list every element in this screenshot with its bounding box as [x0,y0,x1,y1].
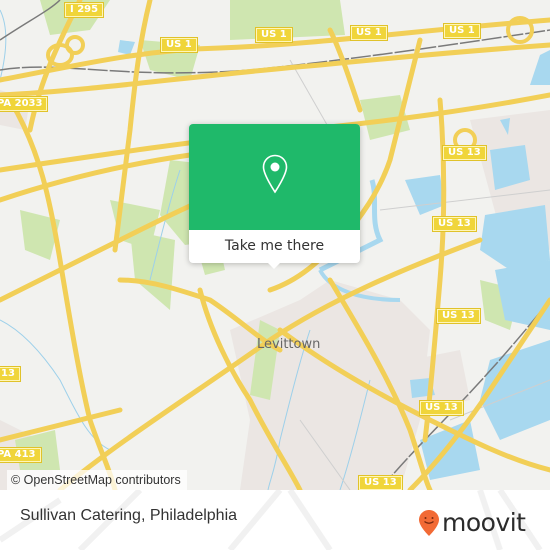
take-me-there-button[interactable]: Take me there [189,230,360,263]
popup-pointer [266,261,282,269]
route-shield-pa2033: PA 2033 [0,97,48,111]
route-shield-us1: US 1 [351,26,387,40]
route-shield-us13: US 13 [437,309,480,323]
route-shield-us1: US 1 [444,24,480,38]
route-shield-13: 13 [0,367,20,381]
route-shield-i295: I 295 [65,3,104,17]
route-shield-pa413: PA 413 [0,448,41,462]
route-shield-us13: US 13 [359,476,402,490]
route-shield-us13: US 13 [443,146,486,160]
osm-attribution-link[interactable]: © OpenStreetMap contributors [7,470,187,490]
place-title: Sullivan Catering, Philadelphia [20,507,238,524]
map-view[interactable]: I 295 US 1 US 1 US 1 US 1 US 1 PA 2033 U… [0,0,550,490]
moovit-smile-pin-icon [419,510,439,536]
place-label-levittown: Levittown [257,337,321,352]
location-popup: Take me there [189,124,360,269]
route-shield-us13: US 13 [420,401,463,415]
moovit-logo[interactable]: moovit [418,508,526,538]
popup-header [189,124,360,230]
location-pin-icon [262,154,288,194]
route-shield-us13: US 13 [433,217,476,231]
route-shield-us1: US 1 [256,28,292,42]
route-shield-us1: US 1 [161,38,197,52]
moovit-wordmark: moovit [442,508,526,537]
